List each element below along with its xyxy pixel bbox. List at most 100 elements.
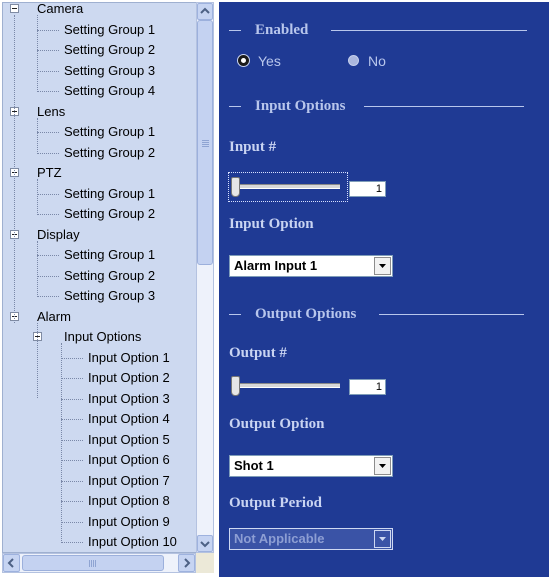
tree-connector [37, 193, 59, 195]
horizontal-scroll-thumb[interactable] [22, 555, 164, 571]
tree-connector [61, 521, 83, 523]
output-number-label: Output # [229, 345, 287, 361]
minus-box-icon[interactable] [10, 4, 19, 13]
tree-horizontal-scrollbar[interactable] [2, 553, 196, 573]
tree-item[interactable]: Setting Group 1 [64, 122, 155, 142]
tree-item[interactable]: Input Option 10 [88, 532, 177, 552]
thumb-grip [202, 144, 209, 145]
output-period-value: Not Applicable [234, 531, 325, 546]
tree-item[interactable]: Input Option 8 [88, 491, 170, 511]
tree-connector [37, 255, 59, 256]
tree-category[interactable]: Alarm [37, 307, 71, 327]
output-option-select[interactable]: Shot 1 [229, 455, 393, 477]
thumb-grip [89, 560, 90, 567]
tree-connector [37, 275, 59, 277]
scroll-down-button[interactable] [197, 535, 213, 552]
scroll-left-button[interactable] [3, 554, 20, 572]
output-period-label: Output Period [229, 495, 322, 511]
tree-connector [61, 343, 62, 543]
enabled-no-radio[interactable] [348, 55, 359, 66]
tree-item[interactable]: Setting Group 3 [64, 286, 155, 306]
tree-connector [37, 322, 38, 398]
tree-connector [37, 50, 59, 51]
scroll-up-button[interactable] [197, 3, 213, 20]
enabled-header: Enabled [255, 22, 309, 38]
tree-connector [61, 419, 83, 420]
tree-connector [37, 70, 59, 72]
tree-item[interactable]: Input Option 9 [88, 512, 170, 532]
tree-item[interactable]: Input Option 5 [88, 430, 170, 450]
section-divider [229, 314, 241, 315]
tree-category[interactable]: Lens [37, 102, 65, 122]
scroll-right-button[interactable] [178, 554, 195, 572]
tree-connector [61, 398, 83, 400]
tree-item[interactable]: Input Option 7 [88, 471, 170, 491]
tree-connector [61, 501, 83, 502]
input-options-header: Input Options [255, 98, 346, 114]
vertical-scroll-thumb[interactable] [197, 20, 213, 265]
options-panel: Enabled Yes No Input Options Input # 1 I… [219, 2, 549, 577]
tree-connector [61, 480, 83, 482]
tree-item[interactable]: Input Option 6 [88, 450, 170, 470]
output-options-header: Output Options [255, 306, 357, 322]
tree-item[interactable]: Setting Group 3 [64, 61, 155, 81]
tree-category[interactable]: Display [37, 225, 80, 245]
tree-item[interactable]: Input Option 1 [88, 348, 170, 368]
output-period-select: Not Applicable [229, 528, 393, 550]
tree-connector [37, 132, 59, 133]
tree-item[interactable]: Input Option 2 [88, 368, 170, 388]
input-number-label: Input # [229, 139, 277, 155]
tree-vertical-scrollbar[interactable] [196, 2, 214, 553]
tree-item[interactable]: Setting Group 2 [64, 143, 155, 163]
chevron-down-icon [379, 537, 386, 541]
output-option-dropdown-button[interactable] [374, 457, 391, 475]
tree-item[interactable]: Setting Group 2 [64, 266, 155, 286]
settings-tree[interactable]: Camera Setting Group 1 Setting Group 2 Sett… [2, 2, 196, 553]
tree-item[interactable]: Input Option 3 [88, 389, 170, 409]
arrow-down-icon [200, 541, 210, 548]
tree-item[interactable]: Setting Group 1 [64, 20, 155, 40]
tree-item[interactable]: Setting Group 1 [64, 184, 155, 204]
tree-item[interactable]: Setting Group 2 [64, 204, 155, 224]
output-number-slider[interactable] [233, 383, 340, 388]
section-divider [331, 30, 527, 31]
enabled-yes-radio[interactable] [238, 55, 249, 66]
input-option-label: Input Option [229, 216, 314, 232]
tree-subcategory[interactable]: Input Options [64, 327, 141, 347]
tree-connector [37, 296, 59, 297]
enabled-no-label[interactable]: No [368, 53, 386, 69]
tree-category[interactable]: Camera [37, 3, 83, 19]
section-divider [229, 106, 241, 107]
tree-connector [61, 542, 83, 543]
tree-category[interactable]: PTZ [37, 163, 62, 183]
input-number-slider-thumb[interactable] [231, 177, 240, 197]
input-option-select[interactable]: Alarm Input 1 [229, 255, 393, 277]
output-option-value: Shot 1 [234, 458, 274, 473]
tree-connector [37, 179, 38, 215]
output-number-value[interactable]: 1 [349, 379, 386, 395]
input-number-value[interactable]: 1 [349, 181, 386, 197]
tree-connector [37, 15, 38, 92]
section-divider [229, 30, 241, 31]
tree-connector [37, 91, 59, 92]
input-option-dropdown-button[interactable] [374, 257, 391, 275]
tree-connector [14, 15, 15, 323]
arrow-up-icon [200, 7, 210, 14]
tree-connector [37, 117, 38, 154]
tree-item[interactable]: Input Option 4 [88, 409, 170, 429]
arrow-left-icon [7, 558, 14, 568]
tree-connector [37, 214, 59, 215]
enabled-yes-label[interactable]: Yes [258, 53, 281, 69]
input-number-slider[interactable] [233, 184, 340, 189]
section-divider [364, 106, 524, 107]
tree-item[interactable]: Setting Group 1 [64, 245, 155, 265]
output-number-slider-thumb[interactable] [231, 376, 240, 396]
output-option-label: Output Option [229, 416, 325, 432]
chevron-down-icon [379, 464, 386, 468]
tree-item[interactable]: Setting Group 4 [64, 81, 155, 101]
tree-connector [37, 240, 38, 297]
tree-connector [61, 378, 83, 379]
tree-connector [37, 152, 59, 154]
tree-connector [37, 29, 59, 31]
tree-item[interactable]: Setting Group 2 [64, 40, 155, 60]
